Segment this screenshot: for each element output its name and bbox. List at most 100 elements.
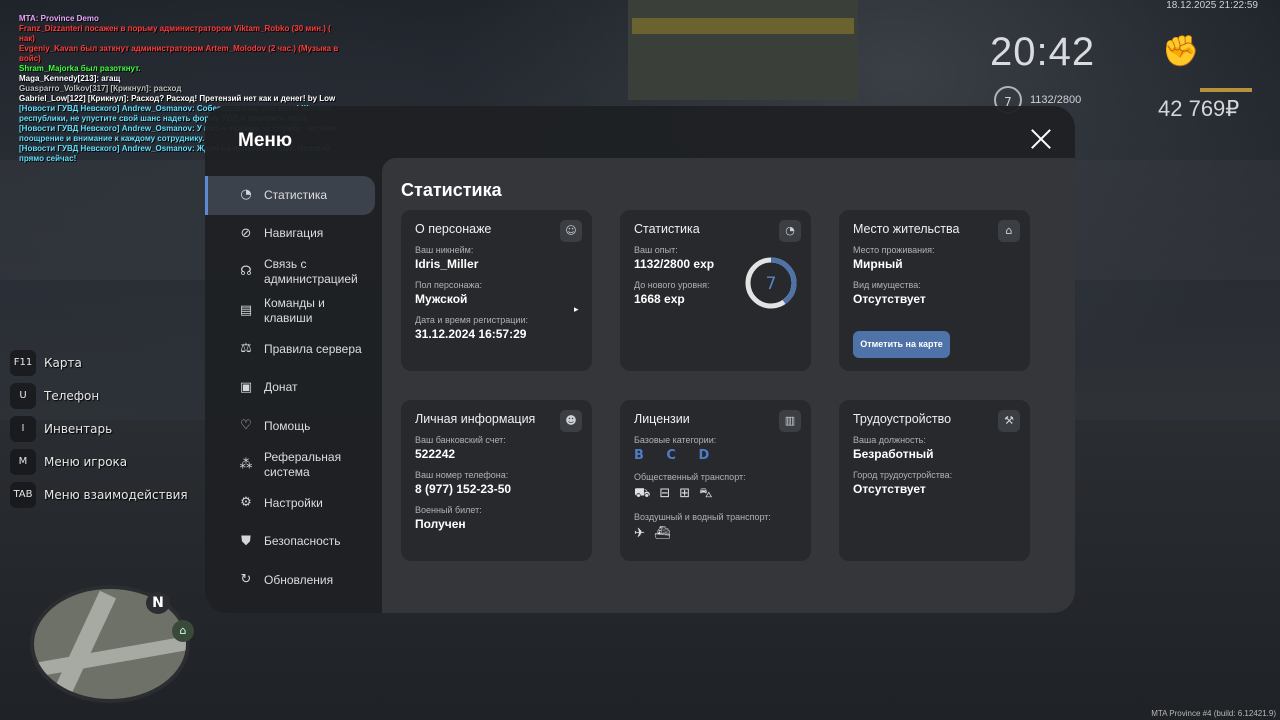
sidebar-item-donate[interactable]: ▣ Донат [205, 369, 381, 408]
hotkey-map[interactable]: F11 Карта [10, 346, 188, 379]
background-building [628, 0, 858, 100]
gender-value: Мужской [415, 292, 468, 306]
hotkey-label: Меню взаимодействия [44, 487, 188, 502]
hotkey-player-menu[interactable]: M Меню игрока [10, 445, 188, 478]
field-label: Ваш никнейм: [415, 245, 474, 255]
sidebar-item-label: Обновления [264, 572, 334, 587]
sidebar-item-statistics[interactable]: ◔ Статистика [205, 176, 375, 215]
hud-clock: 20:42 [990, 30, 1096, 74]
north-indicator: N [146, 592, 170, 614]
card-title: Лицензии [634, 412, 690, 426]
field-label: Место проживания: [853, 245, 935, 255]
menu-sidebar: ◔ Статистика ⊘ Навигация ☊ Связь с админист… [205, 176, 381, 600]
hotkey-key: F11 [10, 349, 36, 376]
scales-icon: ⚖ [240, 341, 252, 357]
sidebar-item-settings[interactable]: ⚙ Настройки [205, 484, 381, 523]
background-shop-sign [632, 18, 854, 34]
sidebar-item-label: Настройки [264, 495, 323, 510]
sidebar-item-updates[interactable]: ↻ Обновления [205, 561, 381, 600]
sidebar-item-label: Статистика [264, 187, 328, 202]
stats-card: Статистика ◔ Ваш опыт: 1132/2800 exp До … [620, 210, 811, 371]
field-label: Базовые категории: [634, 435, 717, 445]
property-value: Отсутствует [853, 292, 926, 306]
statistics-panel: Статистика О персонаже ☺ Ваш никнейм: Id… [382, 158, 1075, 613]
hotkey-label: Меню игрока [44, 454, 128, 469]
chat-line: MTA: Province Demo [19, 14, 99, 23]
sidebar-item-label: Помощь [264, 418, 311, 433]
hotkey-label: Телефон [44, 388, 100, 403]
hotkey-phone[interactable]: U Телефон [10, 379, 188, 412]
hotkey-list: F11 Карта U Телефон I Инвентарь M Меню игрок… [10, 346, 188, 511]
card-title: О персонаже [415, 222, 492, 236]
pie-chart-icon: ◔ [240, 187, 252, 203]
close-button[interactable] [1030, 128, 1052, 150]
sidebar-item-label: Правила сервера [264, 341, 362, 356]
hotkey-key: TAB [10, 481, 36, 508]
tram-icon: ⊟ [659, 486, 671, 501]
field-label: Ваш банковский счет: [415, 435, 506, 445]
user-icon: ☺ [560, 220, 582, 242]
refresh-check-icon: ↻ [240, 572, 252, 588]
field-label: Ваш номер телефона: [415, 470, 509, 480]
sidebar-item-label: Безопасность [264, 534, 341, 549]
page-title: Статистика [401, 180, 502, 200]
field-label: Ваша должность: [853, 435, 926, 445]
build-info: MTA Province #4 (build: 6.12421.9) [1151, 709, 1276, 718]
sidebar-item-rules[interactable]: ⚖ Правила сервера [205, 330, 381, 369]
mark-on-map-button[interactable]: Отметить на карте [853, 331, 950, 358]
hotkey-key: U [10, 382, 36, 409]
mouse-cursor-icon: ▸ [574, 305, 579, 315]
hud-exp: 1132/2800 [1030, 94, 1082, 106]
chat-line: Evgeniy_Kavan был заткнут администраторо… [19, 44, 339, 63]
public-transport-icons: ⛟ ⊟ ⊞ ⛍ [634, 486, 797, 503]
field-label: Пол персонажа: [415, 280, 483, 290]
air-water-transport-icons: ✈ ⛴ [634, 526, 797, 541]
headset-icon: ☊ [240, 264, 252, 280]
tools-icon: ⚒ [998, 410, 1020, 432]
sidebar-item-label: Команды и клавиши [264, 295, 325, 325]
license-icon: ▥ [779, 410, 801, 432]
player-menu-window: Меню ◔ Статистика ⊘ Навигация ☊ Связь с адм… [205, 106, 1075, 613]
field-label: Общественный транспорт: [634, 472, 746, 482]
minimap-road [34, 635, 186, 677]
plane-icon: ✈ [634, 526, 645, 541]
employment-city-value: Отсутствует [853, 482, 926, 496]
hotkey-interaction-menu[interactable]: TAB Меню взаимодействия [10, 478, 188, 511]
hud-health-bar [1200, 88, 1252, 92]
residence-card: Место жительства ⌂ Место проживания: Мир… [839, 210, 1030, 371]
sidebar-item-admin-contact[interactable]: ☊ Связь с администрацией [205, 253, 381, 292]
registration-value: 31.12.2024 16:57:29 [415, 327, 527, 341]
card-title: Личная информация [415, 412, 536, 426]
network-icon: ⁂ [239, 456, 253, 472]
sidebar-item-commands[interactable]: ▤ Команды и клавиши [205, 292, 381, 331]
licenses-card: Лицензии ▥ Базовые категории: B C D Обще… [620, 400, 811, 561]
hotkey-label: Карта [44, 355, 82, 370]
hotkey-inventory[interactable]: I Инвентарь [10, 412, 188, 445]
pie-chart-icon: ◔ [779, 220, 801, 242]
level-progress-ring: 7 [745, 257, 797, 309]
chat-line: Shram_Majorka был разоткнут. [19, 64, 141, 73]
field-label: Военный билет: [415, 505, 482, 515]
personal-info-card: Личная информация ☻ Ваш банковский счет:… [401, 400, 592, 561]
hotkey-key: M [10, 448, 36, 475]
field-label: Воздушный и водный транспорт: [634, 512, 771, 522]
compass-icon: ⊘ [240, 225, 252, 241]
chat-line: Gabriel_Low[122] [Крикнул]: Расход? Расх… [19, 94, 336, 103]
heart-hands-icon: ♡ [240, 418, 252, 434]
fist-icon: ✊ [1162, 34, 1200, 69]
employment-card: Трудоустройство ⚒ Ваша должность: Безраб… [839, 400, 1030, 561]
sidebar-item-help[interactable]: ♡ Помощь [205, 407, 381, 446]
document-icon: ▤ [239, 302, 253, 318]
field-label: Дата и время регистрации: [415, 315, 528, 325]
sidebar-item-navigation[interactable]: ⊘ Навигация [205, 215, 381, 254]
card-title: Место жительства [853, 222, 960, 236]
field-label: Вид имущества: [853, 280, 921, 290]
sidebar-item-security[interactable]: ⛊ Безопасность [205, 523, 381, 562]
bus-icon: ⛟ [634, 486, 651, 501]
sidebar-item-referral[interactable]: ⁂ Реферальная система [205, 446, 381, 485]
nickname-value: Idris_Miller [415, 257, 479, 271]
field-label: Город трудоустройства: [853, 470, 953, 480]
sidebar-item-label: Донат [264, 380, 298, 395]
boat-icon: ⛴ [653, 526, 671, 541]
position-value: Безработный [853, 447, 934, 461]
